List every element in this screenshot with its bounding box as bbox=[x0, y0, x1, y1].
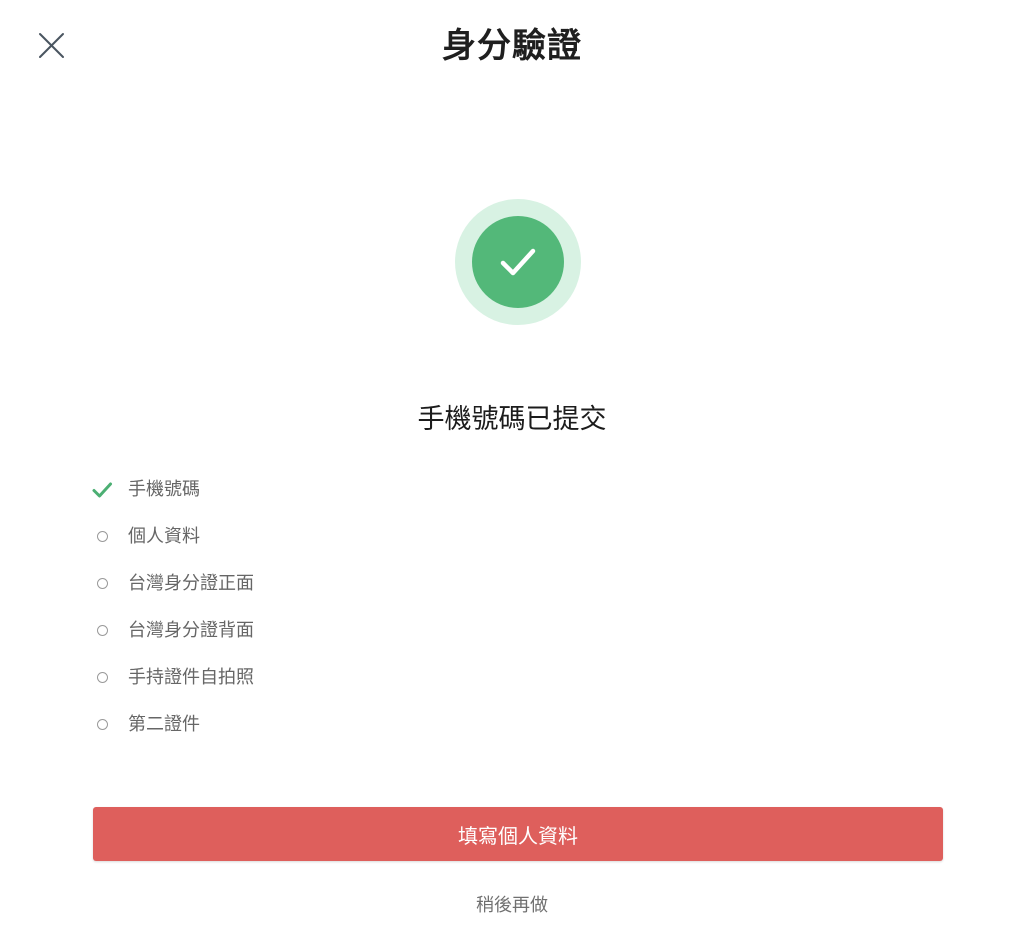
success-badge-inner bbox=[472, 216, 564, 308]
check-icon bbox=[90, 478, 114, 502]
step-item-phone: 手機號碼 bbox=[90, 466, 254, 513]
step-item-id-back: 台灣身分證背面 bbox=[90, 607, 254, 654]
step-label: 台灣身分證背面 bbox=[128, 619, 254, 641]
page-title: 身分驗證 bbox=[442, 26, 582, 66]
empty-circle-icon bbox=[90, 572, 114, 596]
success-badge bbox=[455, 199, 581, 325]
step-label: 手機號碼 bbox=[128, 478, 200, 500]
step-item-selfie: 手持證件自拍照 bbox=[90, 654, 254, 701]
empty-circle-icon bbox=[90, 619, 114, 643]
empty-circle-icon bbox=[90, 666, 114, 690]
empty-circle-icon bbox=[90, 713, 114, 737]
do-later-link[interactable]: 稍後再做 bbox=[0, 893, 1024, 919]
step-item-personal-info: 個人資料 bbox=[90, 513, 254, 560]
fill-personal-info-button[interactable]: 填寫個人資料 bbox=[93, 807, 943, 861]
empty-circle-icon bbox=[90, 525, 114, 549]
step-label: 台灣身分證正面 bbox=[128, 572, 254, 594]
step-label: 手持證件自拍照 bbox=[128, 666, 254, 688]
step-item-second-id: 第二證件 bbox=[90, 701, 254, 748]
status-heading: 手機號碼已提交 bbox=[417, 404, 607, 435]
step-item-id-front: 台灣身分證正面 bbox=[90, 560, 254, 607]
step-label: 第二證件 bbox=[128, 713, 200, 735]
checkmark-icon bbox=[500, 248, 536, 276]
verification-steps-list: 手機號碼 個人資料 台灣身分證正面 台灣身分證背面 手持證件自拍照 第二證件 bbox=[90, 466, 254, 748]
identity-verification-page: 身分驗證 手機號碼已提交 手機號碼 個人資料 台灣身分證正面 台灣身分證背面 手… bbox=[0, 0, 1024, 945]
step-label: 個人資料 bbox=[128, 525, 200, 547]
